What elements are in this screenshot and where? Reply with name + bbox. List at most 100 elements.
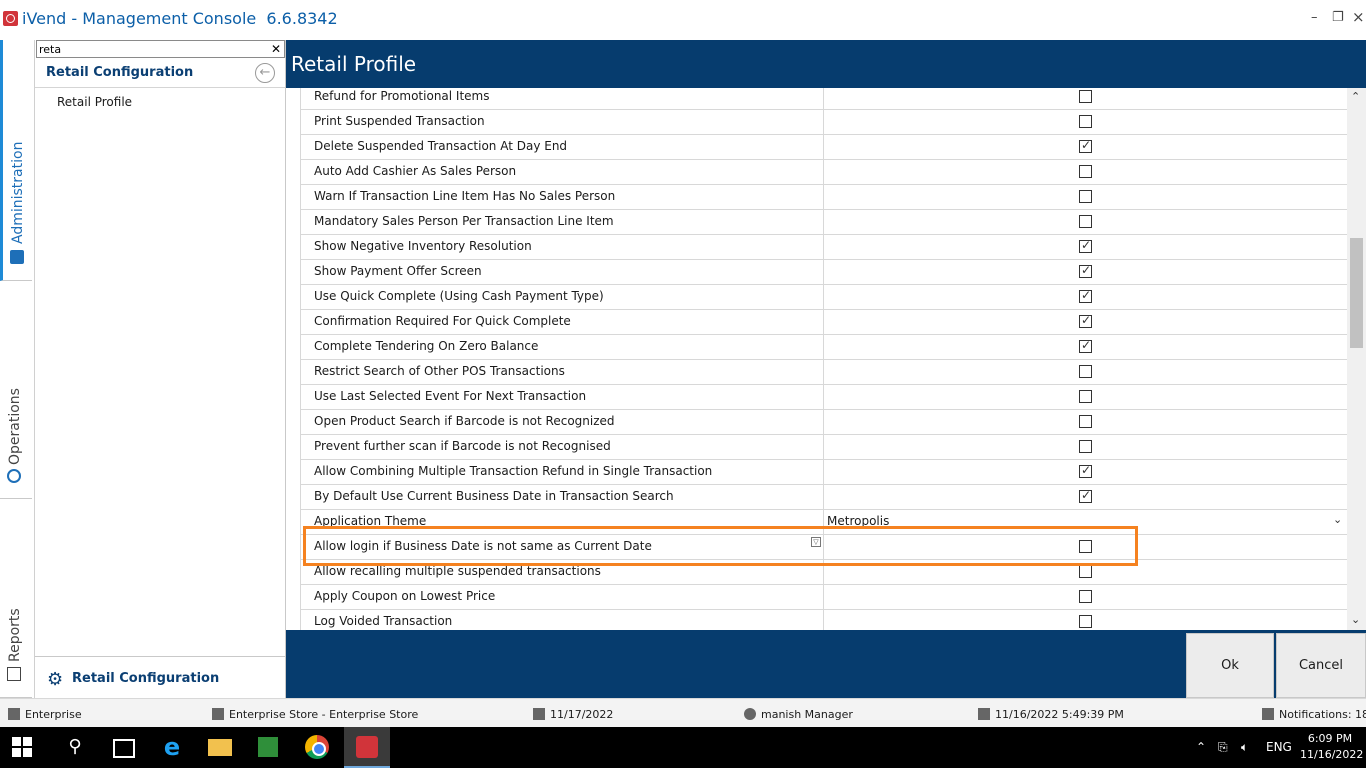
grid-row-label: Print Suspended Transaction <box>314 114 485 128</box>
setting-checkbox[interactable] <box>1079 565 1092 578</box>
grid-row[interactable]: Apply Coupon on Lowest Price <box>300 585 1347 610</box>
setting-checkbox[interactable] <box>1079 540 1092 553</box>
tab-operations[interactable]: Operations <box>0 281 32 499</box>
grid-row[interactable]: Allow recalling multiple suspended trans… <box>300 560 1347 585</box>
grid-row[interactable]: Allow Combining Multiple Transaction Ref… <box>300 460 1347 485</box>
tab-administration-label: Administration <box>10 141 26 244</box>
title-bar: iVend - Management Console 6.6.8342 – ❐ … <box>0 0 1366 40</box>
theme-dropdown-value[interactable]: Metropolis <box>827 514 889 528</box>
main-header: Retail Profile <box>286 40 1366 88</box>
chevron-down-icon[interactable]: ⌄ <box>1333 513 1342 526</box>
grid-row[interactable]: By Default Use Current Business Date in … <box>300 485 1347 510</box>
task-view-icon[interactable] <box>108 732 138 762</box>
setting-checkbox[interactable] <box>1079 365 1092 378</box>
setting-checkbox[interactable] <box>1079 288 1092 303</box>
scroll-up-icon[interactable]: ⌃ <box>1351 90 1360 103</box>
setting-checkbox[interactable] <box>1079 313 1092 328</box>
ivend-taskbar-icon[interactable] <box>344 727 390 768</box>
status-login-time: 11/16/2022 5:49:39 PM <box>978 708 1124 721</box>
grid-row-label: Auto Add Cashier As Sales Person <box>314 164 517 178</box>
grid-row[interactable]: Refund for Promotional Items <box>300 88 1347 110</box>
briefcase-icon <box>10 250 24 264</box>
grid-row[interactable]: Warn If Transaction Line Item Has No Sal… <box>300 185 1347 210</box>
grid-row-label: Open Product Search if Barcode is not Re… <box>314 414 615 428</box>
scroll-down-icon[interactable]: ⌄ <box>1351 613 1360 626</box>
scroll-thumb[interactable] <box>1350 238 1363 348</box>
row-dropdown-indicator-icon[interactable]: ▽ <box>811 537 821 547</box>
setting-checkbox[interactable] <box>1079 488 1092 503</box>
grid-row-label: Prevent further scan if Barcode is not R… <box>314 439 611 453</box>
search-icon[interactable]: ⚲ <box>60 732 90 762</box>
grid-row[interactable]: Restrict Search of Other POS Transaction… <box>300 360 1347 385</box>
settings-gears-icon: ⚙ <box>47 669 64 690</box>
grid-row[interactable]: Application Theme Metropolis ⌄ <box>300 510 1347 535</box>
internet-explorer-icon[interactable]: e <box>157 732 187 762</box>
grid-row[interactable]: Complete Tendering On Zero Balance <box>300 335 1347 360</box>
volume-icon[interactable]: 🔈︎ <box>1241 740 1248 755</box>
column-divider <box>823 210 824 235</box>
grid-row[interactable]: Use Last Selected Event For Next Transac… <box>300 385 1347 410</box>
setting-checkbox[interactable] <box>1079 338 1092 353</box>
setting-checkbox[interactable] <box>1079 238 1092 253</box>
building-icon <box>8 708 20 720</box>
restore-icon[interactable]: ❐ <box>1332 10 1344 25</box>
cancel-button[interactable]: Cancel <box>1276 633 1366 698</box>
setting-checkbox[interactable] <box>1079 440 1092 453</box>
grid-row-label: Allow Combining Multiple Transaction Ref… <box>314 464 713 478</box>
calendar-icon <box>533 708 545 720</box>
setting-checkbox[interactable] <box>1079 138 1092 153</box>
taskbar-clock[interactable]: 6:09 PM 11/16/2022 <box>1300 731 1363 763</box>
setting-checkbox[interactable] <box>1079 390 1092 403</box>
setting-checkbox[interactable] <box>1079 615 1092 628</box>
nav-header: Retail Configuration ← <box>35 59 285 88</box>
status-notifications-text: Notifications: 18 <box>1279 708 1366 721</box>
clear-search-icon[interactable]: ✕ <box>268 41 284 57</box>
grid-row[interactable]: Auto Add Cashier As Sales Person <box>300 160 1347 185</box>
grid-row-label: Mandatory Sales Person Per Transaction L… <box>314 214 614 228</box>
chrome-icon[interactable] <box>302 732 332 762</box>
status-notifications[interactable]: Notifications: 18 <box>1262 708 1366 721</box>
setting-checkbox[interactable] <box>1079 415 1092 428</box>
column-divider <box>823 460 824 485</box>
setting-checkbox[interactable] <box>1079 215 1092 228</box>
column-divider <box>823 410 824 435</box>
file-explorer-icon[interactable] <box>205 732 235 762</box>
nav-search-input[interactable] <box>39 42 264 56</box>
grid-row[interactable]: Mandatory Sales Person Per Transaction L… <box>300 210 1347 235</box>
network-app-icon[interactable] <box>253 732 283 762</box>
ok-button[interactable]: Ok <box>1186 633 1274 698</box>
minimize-icon[interactable]: – <box>1311 10 1318 25</box>
column-divider <box>823 310 824 335</box>
start-icon[interactable] <box>12 737 32 757</box>
vertical-scrollbar[interactable]: ⌃ ⌄ <box>1347 88 1366 630</box>
tab-administration[interactable]: Administration <box>0 40 32 281</box>
grid-row[interactable]: Use Quick Complete (Using Cash Payment T… <box>300 285 1347 310</box>
grid-row[interactable]: Delete Suspended Transaction At Day End <box>300 135 1347 160</box>
grid-row[interactable]: Print Suspended Transaction <box>300 110 1347 135</box>
grid-row[interactable]: Show Negative Inventory Resolution <box>300 235 1347 260</box>
setting-checkbox[interactable] <box>1079 115 1092 128</box>
grid-row-label: Show Negative Inventory Resolution <box>314 239 532 253</box>
setting-checkbox[interactable] <box>1079 90 1092 103</box>
tab-reports[interactable]: Reports <box>0 499 32 698</box>
setting-checkbox[interactable] <box>1079 190 1092 203</box>
network-icon[interactable]: ⎘ <box>1218 740 1228 755</box>
grid-row[interactable]: Show Payment Offer Screen <box>300 260 1347 285</box>
grid-row-label: Use Last Selected Event For Next Transac… <box>314 389 587 403</box>
grid-row[interactable]: Log Voided Transaction <box>300 610 1347 630</box>
setting-checkbox[interactable] <box>1079 165 1092 178</box>
setting-checkbox[interactable] <box>1079 463 1092 478</box>
status-date-text: 11/17/2022 <box>550 708 614 721</box>
grid-row[interactable]: Allow login if Business Date is not same… <box>300 535 1347 560</box>
nav-item-retail-profile[interactable]: Retail Profile <box>57 95 132 109</box>
back-arrow-icon[interactable]: ← <box>255 63 275 83</box>
close-icon[interactable]: × <box>1352 8 1365 26</box>
setting-checkbox[interactable] <box>1079 590 1092 603</box>
nav-footer[interactable]: ⚙ Retail Configuration <box>35 656 285 698</box>
grid-row[interactable]: Confirmation Required For Quick Complete <box>300 310 1347 335</box>
setting-checkbox[interactable] <box>1079 263 1092 278</box>
grid-row[interactable]: Open Product Search if Barcode is not Re… <box>300 410 1347 435</box>
language-indicator[interactable]: ENG <box>1266 740 1292 754</box>
chevron-up-icon[interactable]: ⌃ <box>1196 740 1206 754</box>
grid-row[interactable]: Prevent further scan if Barcode is not R… <box>300 435 1347 460</box>
